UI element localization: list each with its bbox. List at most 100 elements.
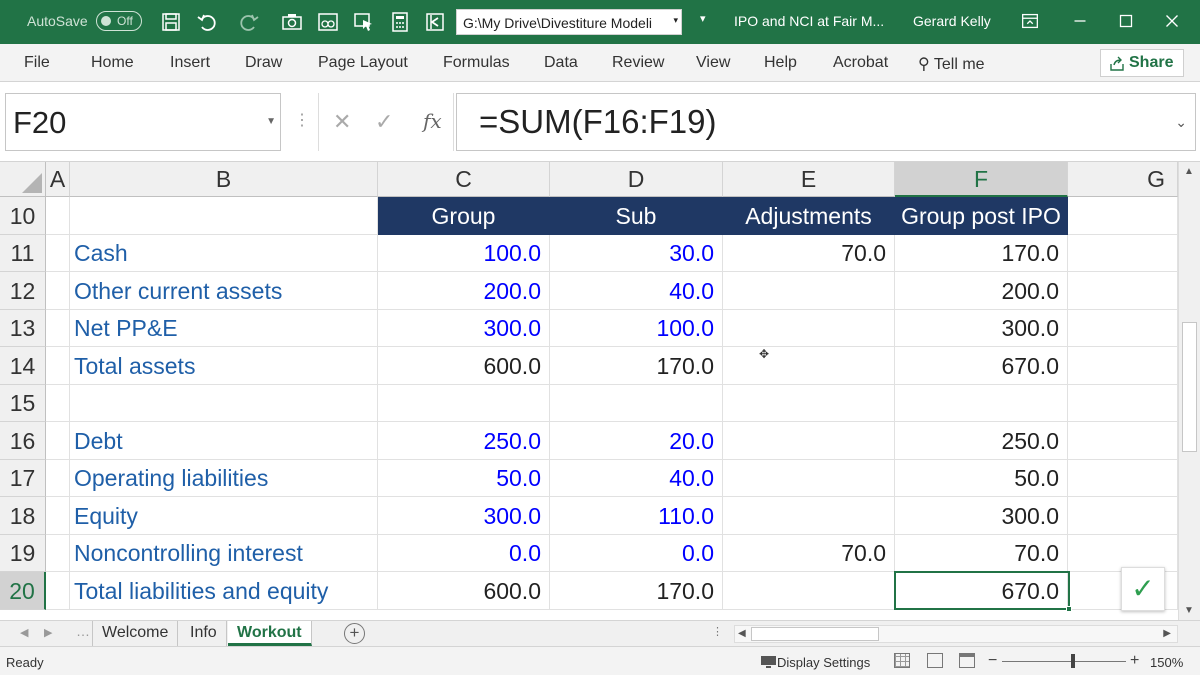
cell-c19[interactable]: 0.0 — [378, 535, 550, 572]
share-button[interactable]: Share — [1100, 49, 1184, 77]
scroll-up-icon[interactable]: ▲ — [1184, 166, 1194, 177]
cell-e12[interactable] — [723, 272, 895, 310]
cell-a12[interactable] — [46, 272, 70, 310]
scroll-down-icon[interactable]: ▼ — [1184, 605, 1194, 616]
cell-c10[interactable]: Group — [378, 197, 550, 235]
maximize-icon[interactable] — [1114, 10, 1138, 34]
row-header-11[interactable]: 11 — [0, 235, 46, 272]
undo-icon[interactable] — [196, 11, 218, 33]
cell-a16[interactable] — [46, 422, 70, 460]
column-header-a[interactable]: A — [46, 162, 70, 197]
row-header-19[interactable]: 19 — [0, 535, 46, 572]
cell-g11[interactable] — [1068, 235, 1178, 272]
cell-g15[interactable] — [1068, 385, 1178, 422]
next-sheet-icon[interactable]: ▶ — [44, 626, 52, 639]
cell-d12[interactable]: 40.0 — [550, 272, 723, 310]
path-dropdown-icon[interactable]: ▾ — [673, 15, 678, 26]
row-header-20[interactable]: 20 — [0, 572, 46, 610]
cell-c14[interactable]: 600.0 — [378, 347, 550, 385]
redo-icon[interactable] — [238, 11, 260, 33]
user-name[interactable]: Gerard Kelly — [913, 13, 991, 29]
horizontal-scroll-thumb[interactable] — [751, 627, 879, 641]
autosave-toggle[interactable]: Off — [96, 11, 142, 31]
cell-d10[interactable]: Sub — [550, 197, 723, 235]
sheet-tab-info[interactable]: Info — [181, 621, 227, 646]
row-header-13[interactable]: 13 — [0, 310, 46, 347]
save-icon[interactable] — [160, 11, 182, 33]
enter-icon[interactable]: ✓ — [375, 109, 393, 135]
name-box-dropdown-icon[interactable]: ▼ — [266, 116, 276, 127]
cell-c15[interactable] — [378, 385, 550, 422]
zoom-slider-knob[interactable] — [1071, 654, 1075, 668]
more-sheets-icon[interactable]: … — [76, 623, 90, 639]
tab-view[interactable]: View — [696, 54, 730, 72]
display-settings[interactable]: Display Settings — [760, 655, 870, 670]
cell-d15[interactable] — [550, 385, 723, 422]
cell-f17[interactable]: 50.0 — [895, 460, 1068, 497]
prev-sheet-icon[interactable]: ◀ — [20, 626, 28, 639]
row-header-12[interactable]: 12 — [0, 272, 46, 310]
ribbon-display-icon[interactable] — [1018, 10, 1042, 34]
cell-c17[interactable]: 50.0 — [378, 460, 550, 497]
file-path-box[interactable]: G:\My Drive\Divestiture Modeli ▾ — [456, 9, 682, 35]
tab-formulas[interactable]: Formulas — [443, 54, 510, 72]
row-header-17[interactable]: 17 — [0, 460, 46, 497]
cell-b11[interactable]: Cash — [70, 235, 378, 272]
column-header-g[interactable]: G — [1068, 162, 1178, 197]
tab-page-layout[interactable]: Page Layout — [318, 54, 408, 72]
cell-d14[interactable]: 170.0 — [550, 347, 723, 385]
formula-input[interactable]: =SUM(F16:F19) ⌄ — [456, 93, 1196, 151]
cell-d11[interactable]: 30.0 — [550, 235, 723, 272]
sheet-tab-welcome[interactable]: Welcome — [92, 621, 179, 646]
group-icon[interactable] — [317, 11, 339, 33]
tab-review[interactable]: Review — [612, 54, 664, 72]
column-header-b[interactable]: B — [70, 162, 378, 197]
add-sheet-icon[interactable]: + — [344, 623, 365, 644]
minimize-icon[interactable] — [1068, 10, 1092, 34]
cell-b10[interactable] — [70, 197, 378, 235]
scroll-right-icon[interactable]: ▶ — [1163, 628, 1171, 639]
zoom-level[interactable]: 150% — [1150, 655, 1183, 670]
zoom-in-icon[interactable]: + — [1130, 652, 1139, 670]
cell-b18[interactable]: Equity — [70, 497, 378, 535]
tab-draw[interactable]: Draw — [245, 54, 282, 72]
customize-toolbar-icon[interactable]: ▾ — [700, 12, 706, 25]
cell-g18[interactable] — [1068, 497, 1178, 535]
checkmark-button[interactable]: ✓ — [1121, 567, 1165, 611]
tab-help[interactable]: Help — [764, 54, 797, 72]
expand-formula-icon[interactable]: ⌄ — [1175, 114, 1187, 131]
tab-file[interactable]: File — [24, 54, 50, 72]
cell-b13[interactable]: Net PP&E — [70, 310, 378, 347]
cell-c11[interactable]: 100.0 — [378, 235, 550, 272]
cell-c20[interactable]: 600.0 — [378, 572, 550, 610]
column-header-f[interactable]: F — [895, 162, 1068, 197]
cell-b12[interactable]: Other current assets — [70, 272, 378, 310]
cell-d19[interactable]: 0.0 — [550, 535, 723, 572]
cell-a17[interactable] — [46, 460, 70, 497]
camera-icon[interactable] — [281, 11, 303, 33]
cell-a14[interactable] — [46, 347, 70, 385]
cell-b19[interactable]: Noncontrolling interest — [70, 535, 378, 572]
cell-d18[interactable]: 110.0 — [550, 497, 723, 535]
tab-acrobat[interactable]: Acrobat — [833, 54, 888, 72]
close-icon[interactable] — [1160, 10, 1184, 34]
cell-b20[interactable]: Total liabilities and equity — [70, 572, 378, 610]
cell-e15[interactable] — [723, 385, 895, 422]
cell-e18[interactable] — [723, 497, 895, 535]
cancel-icon[interactable]: ✕ — [333, 109, 351, 135]
normal-view-icon[interactable] — [894, 653, 910, 668]
cell-g13[interactable] — [1068, 310, 1178, 347]
cell-f19[interactable]: 70.0 — [895, 535, 1068, 572]
column-header-c[interactable]: C — [378, 162, 550, 197]
cell-d16[interactable]: 20.0 — [550, 422, 723, 460]
cell-e11[interactable]: 70.0 — [723, 235, 895, 272]
column-header-e[interactable]: E — [723, 162, 895, 197]
cell-f14[interactable]: 670.0 — [895, 347, 1068, 385]
select-all-corner[interactable] — [0, 162, 46, 197]
tab-splitter-handle[interactable]: ⋮ — [712, 625, 723, 638]
cell-c16[interactable]: 250.0 — [378, 422, 550, 460]
cell-f12[interactable]: 200.0 — [895, 272, 1068, 310]
cell-d17[interactable]: 40.0 — [550, 460, 723, 497]
cell-f13[interactable]: 300.0 — [895, 310, 1068, 347]
cell-e13[interactable] — [723, 310, 895, 347]
